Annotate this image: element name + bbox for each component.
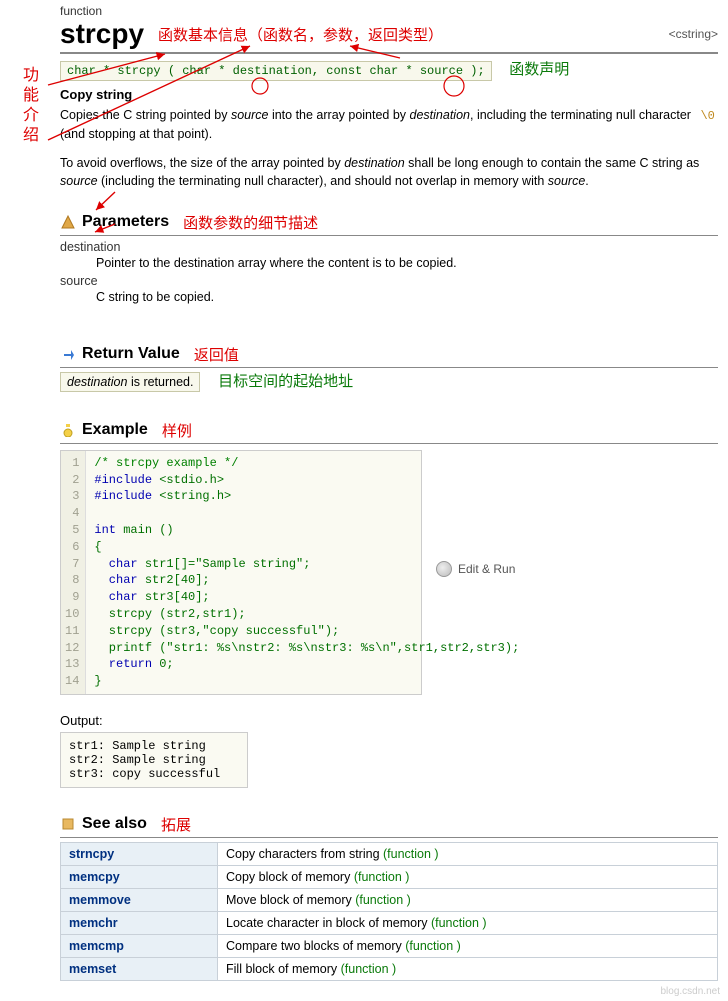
seealso-icon (60, 816, 76, 832)
param-source-desc: C string to be copied. (96, 290, 718, 304)
annotation-intro-vertical: 功能介绍 (16, 66, 40, 146)
parameters-icon (60, 214, 76, 230)
null-char: \0 (700, 109, 714, 123)
table-row: strncpyCopy characters from string (func… (61, 842, 718, 865)
return-icon (60, 346, 76, 362)
seealso-table: strncpyCopy characters from string (func… (60, 842, 718, 981)
param-destination-desc: Pointer to the destination array where t… (96, 256, 718, 270)
annotation-return: 返回值 (194, 344, 239, 365)
edit-run-button[interactable]: Edit & Run (436, 561, 515, 577)
table-row: memcmpCompare two blocks of memory (func… (61, 934, 718, 957)
seealso-link[interactable]: memchr (61, 911, 218, 934)
watermark: blog.csdn.net (661, 986, 721, 997)
table-row: memmoveMove block of memory (function ) (61, 888, 718, 911)
example-heading: Example (82, 421, 148, 439)
seealso-link[interactable]: memcmp (61, 934, 218, 957)
description-p2: To avoid overflows, the size of the arra… (60, 154, 718, 190)
parameters-heading: Parameters (82, 213, 169, 231)
output-label: Output: (60, 713, 718, 728)
annotation-signature: 函数声明 (509, 61, 569, 78)
line-numbers: 1 2 3 4 5 6 7 8 9 10 11 12 13 14 (61, 451, 86, 694)
gear-icon (436, 561, 452, 577)
seealso-heading: See also (82, 815, 147, 833)
include-header: <cstring> (669, 27, 718, 41)
annotation-params: 函数参数的细节描述 (183, 212, 318, 233)
seealso-link[interactable]: strncpy (61, 842, 218, 865)
seealso-link[interactable]: memmove (61, 888, 218, 911)
signature-box: char * strcpy ( char * destination, cons… (60, 61, 492, 81)
annotation-example: 样例 (162, 420, 192, 441)
return-value-box: destination is returned. (60, 372, 200, 392)
param-source-name: source (60, 274, 718, 288)
table-row: memsetFill block of memory (function ) (61, 957, 718, 980)
code-block: 1 2 3 4 5 6 7 8 9 10 11 12 13 14 /* strc… (60, 450, 422, 695)
return-heading: Return Value (82, 345, 180, 363)
table-row: memchrLocate character in block of memor… (61, 911, 718, 934)
description-p1: Copies the C string pointed by source in… (60, 106, 718, 144)
annotation-return-detail: 目标空间的起始地址 (218, 373, 353, 390)
example-icon (60, 422, 76, 438)
kicker: function (60, 4, 718, 18)
seealso-link[interactable]: memset (61, 957, 218, 980)
output-box: str1: Sample string str2: Sample string … (60, 732, 248, 788)
param-destination-name: destination (60, 240, 718, 254)
function-name: strcpy (60, 18, 144, 50)
seealso-link[interactable]: memcpy (61, 865, 218, 888)
table-row: memcpyCopy block of memory (function ) (61, 865, 718, 888)
copy-string-title: Copy string (60, 87, 718, 102)
annotation-header-info: 函数基本信息（函数名，参数，返回类型） (158, 24, 443, 45)
annotation-seealso: 拓展 (161, 814, 191, 835)
